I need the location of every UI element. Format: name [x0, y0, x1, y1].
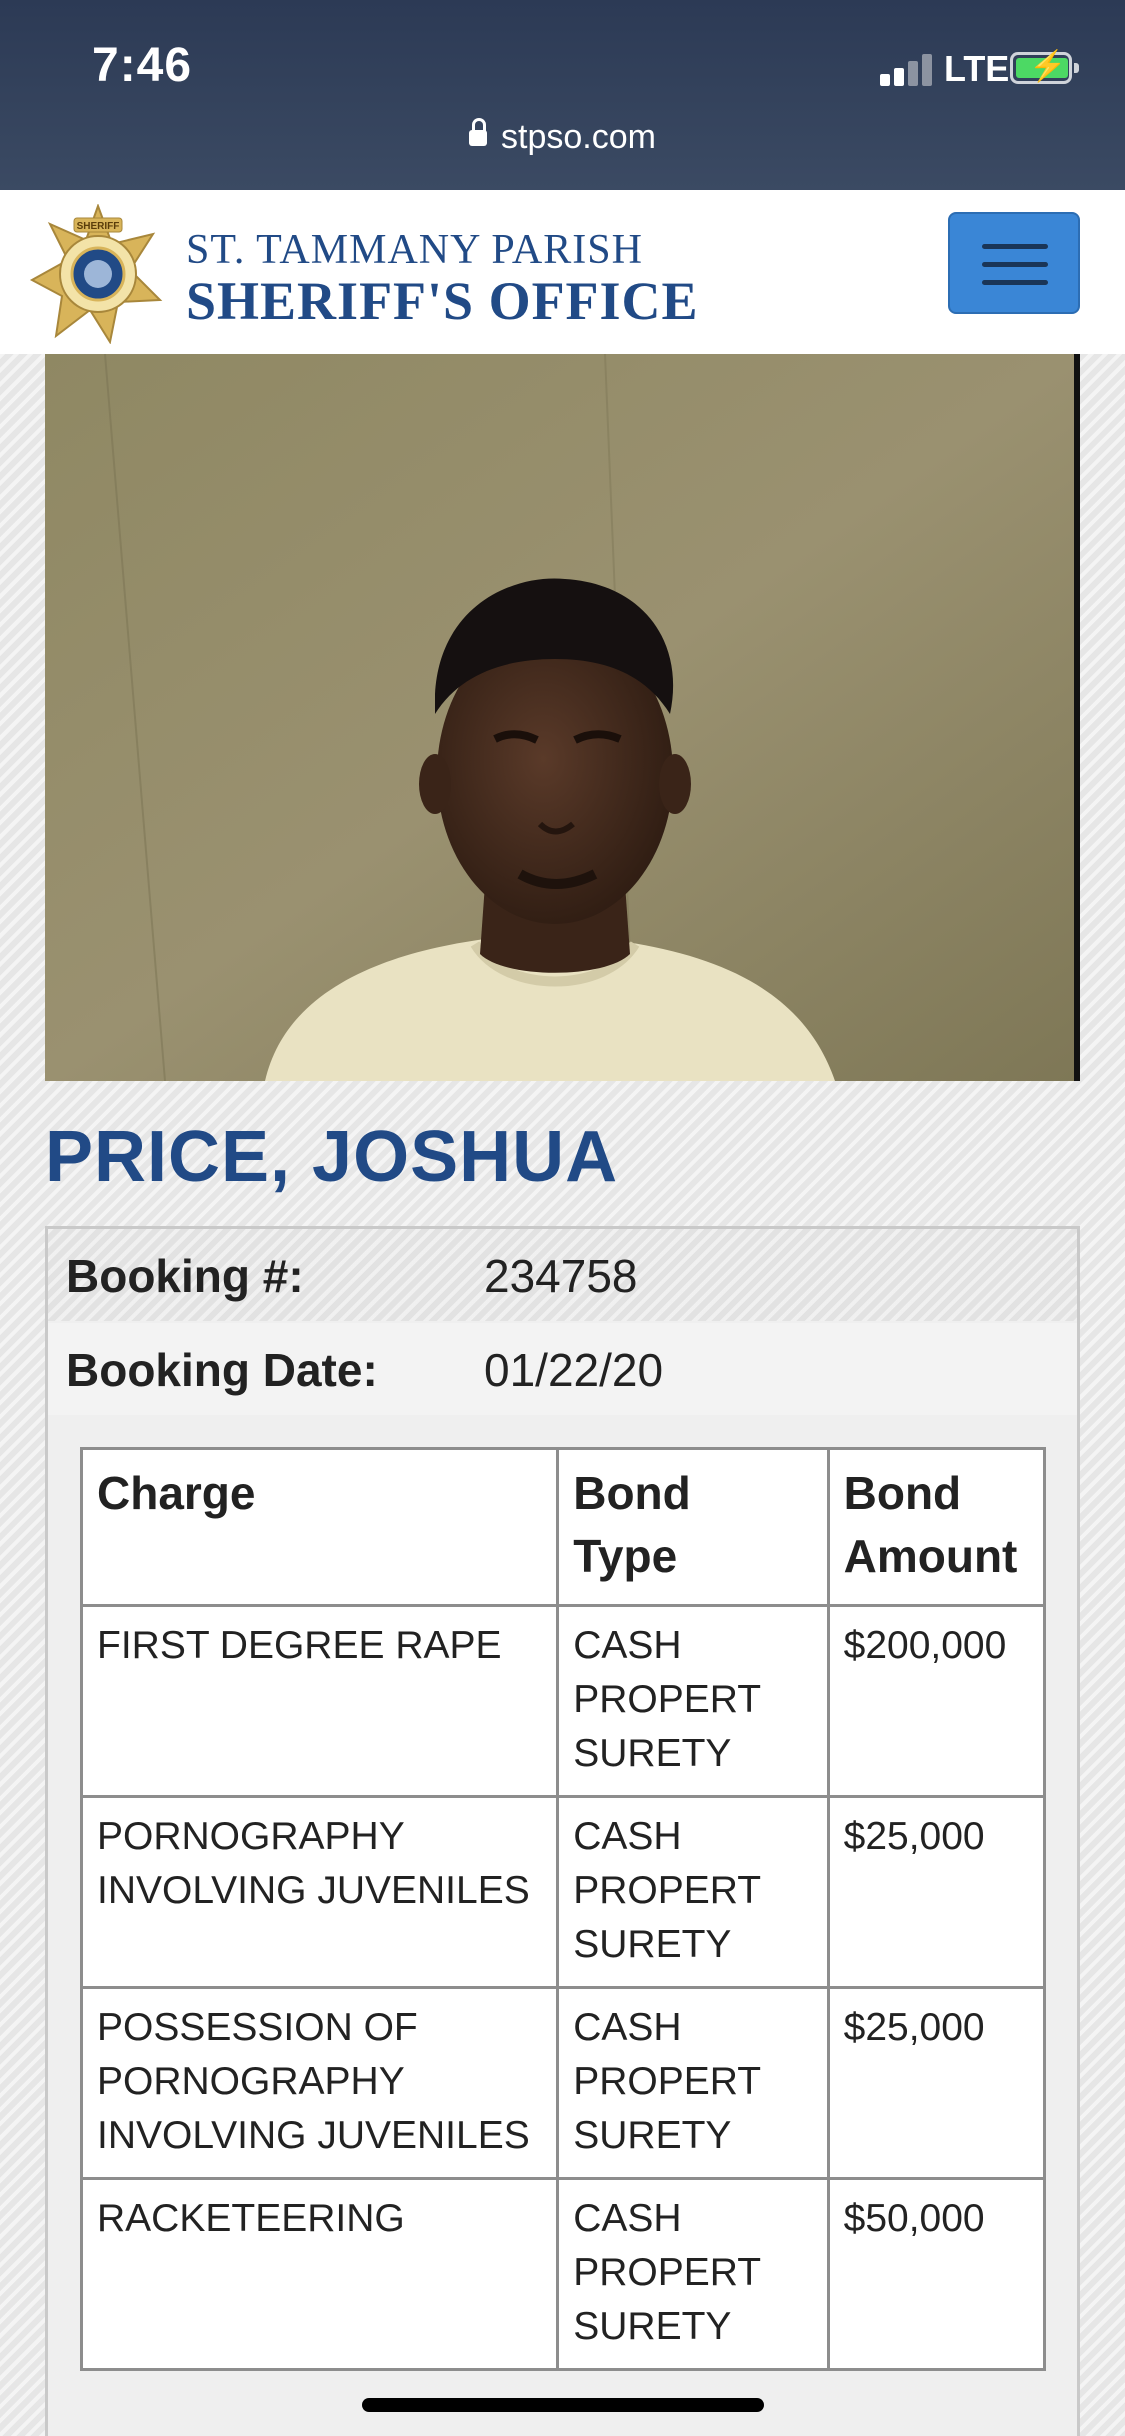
sheriff-star-logo[interactable]: SHERIFF: [28, 204, 168, 344]
site-title-line2[interactable]: SHERIFF'S OFFICE: [186, 270, 699, 332]
table-row: POSSESSION OF PORNOGRAPHY INVOLVING JUVENI…: [79, 1986, 1047, 2180]
booking-date-label: Booking Date:: [66, 1344, 378, 1396]
url-text: stpso.com: [501, 118, 656, 156]
svg-text:SHERIFF: SHERIFF: [77, 221, 120, 232]
site-header: SHERIFF ST. TAMMANY PARISH SHERIFF'S OFF…: [0, 190, 1125, 354]
battery-icon: ⚡: [1010, 50, 1079, 84]
bond-amount-cell: $200,000: [826, 1604, 1047, 1798]
booking-number-label: Booking #:: [66, 1250, 304, 1302]
bond-type-cell: CASH PROPERT SURETY: [556, 2177, 830, 2371]
charge-cell: PORNOGRAPHY INVOLVING JUVENILES: [79, 1795, 560, 1989]
bond-type-cell: CASH PROPERT SURETY: [556, 1795, 830, 1989]
charges-table: Charge Bond Type Bond Amount FIRST DEGREE …: [79, 1447, 1047, 2371]
charge-cell: RACKETEERING: [79, 2177, 560, 2371]
table-header-row: Charge Bond Type Bond Amount: [79, 1447, 1047, 1607]
booking-date-row: Booking Date: 01/22/20: [48, 1323, 1077, 1415]
charge-cell: FIRST DEGREE RAPE: [79, 1604, 560, 1798]
charge-cell: POSSESSION OF PORNOGRAPHY INVOLVING JUVENI…: [79, 1986, 560, 2180]
hamburger-menu-button[interactable]: [948, 212, 1080, 314]
bond-amount-cell: $25,000: [826, 1986, 1047, 2180]
table-row: PORNOGRAPHY INVOLVING JUVENILES CASH PROPE…: [79, 1795, 1047, 1989]
booking-number-value: 234758: [484, 1250, 638, 1302]
bond-amount-cell: $25,000: [826, 1795, 1047, 1989]
col-header-bond-type: Bond Type: [556, 1447, 830, 1607]
network-type: LTE: [944, 48, 1010, 89]
status-time: 7:46: [92, 39, 193, 92]
booking-number-row: Booking #: 234758: [48, 1229, 1077, 1321]
col-header-charge: Charge: [79, 1447, 560, 1607]
site-title-line1[interactable]: ST. TAMMANY PARISH: [186, 226, 643, 274]
mugshot-photo: [45, 354, 1080, 1081]
booking-date-value: 01/22/20: [484, 1344, 664, 1396]
bond-type-cell: CASH PROPERT SURETY: [556, 1604, 830, 1798]
table-row: RACKETEERING CASH PROPERT SURETY $50,000: [79, 2177, 1047, 2371]
home-indicator[interactable]: [362, 2398, 764, 2412]
signal-icon: [880, 52, 936, 86]
bond-type-cell: CASH PROPERT SURETY: [556, 1986, 830, 2180]
table-row: FIRST DEGREE RAPE CASH PROPERT SURETY $200…: [79, 1604, 1047, 1798]
booking-panel: Booking #: 234758 Booking Date: 01/22/20…: [45, 1226, 1080, 2436]
bond-amount-cell: $50,000: [826, 2177, 1047, 2371]
status-bar: 7:46 LTE ⚡ stpso.com: [0, 0, 1125, 190]
url-bar[interactable]: stpso.com: [0, 118, 1125, 157]
inmate-name: PRICE, JOSHUA: [45, 1117, 619, 1197]
col-header-bond-amount: Bond Amount: [826, 1447, 1047, 1607]
lock-icon: [469, 118, 488, 146]
